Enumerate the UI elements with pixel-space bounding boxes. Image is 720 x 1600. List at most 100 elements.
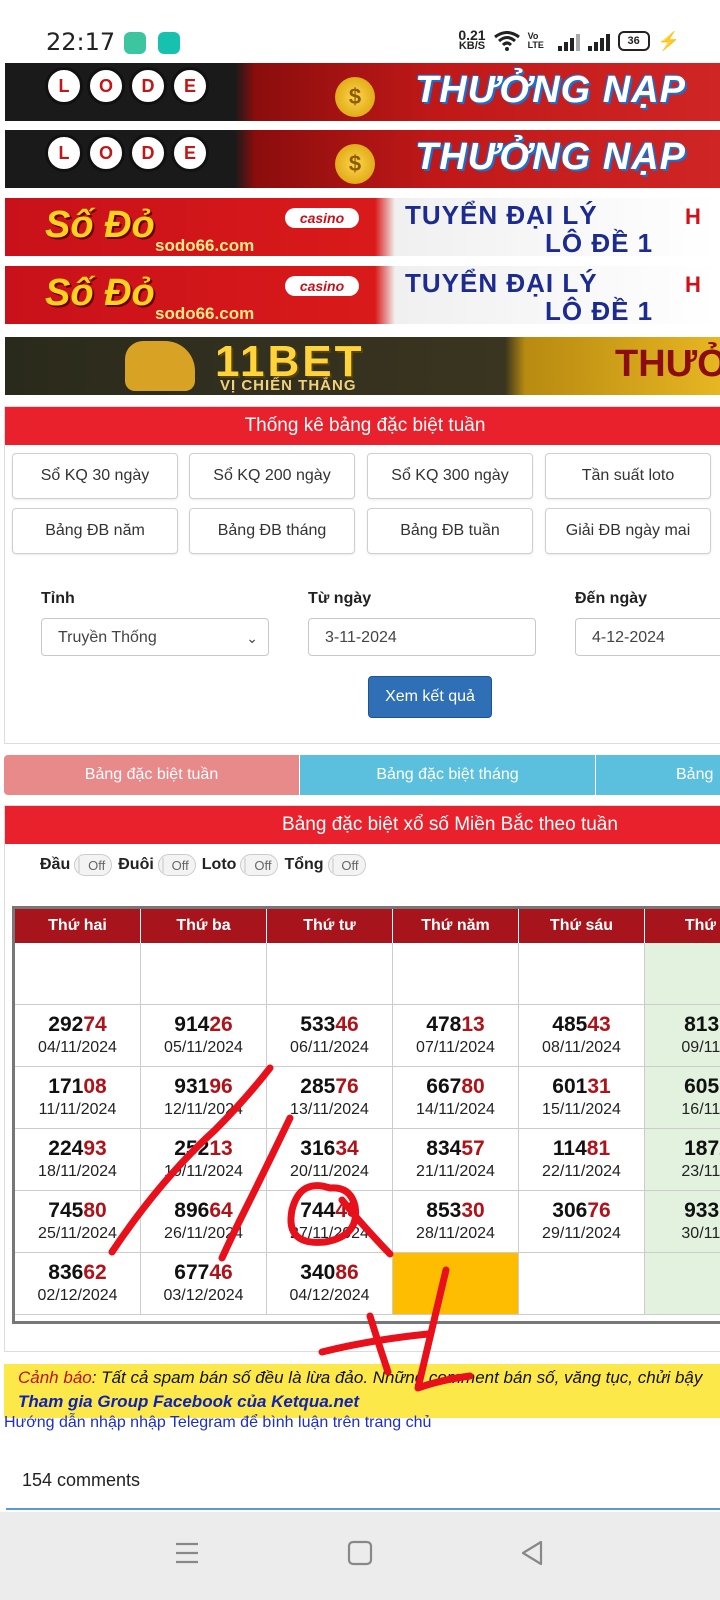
btn-giai-db-ngay-mai[interactable]: Giải ĐB ngày mai: [545, 508, 711, 554]
toggle-duoi[interactable]: Off: [157, 854, 196, 876]
sodo-banner-2[interactable]: Số Đỏ casino sodo66.com TUYỂN ĐẠI LÝ LÔ …: [5, 266, 720, 324]
result-date: 19/11/2024: [164, 1163, 243, 1180]
menu-icon[interactable]: [174, 1540, 200, 1566]
column-header: Thứ tư: [267, 909, 393, 943]
toggle-row: Đầu Off Đuôi Off Loto Off Tổng Off: [40, 854, 372, 876]
result-cell: 74580 25/11/2024: [15, 1191, 141, 1253]
android-nav-bar: [0, 1512, 720, 1600]
result-tail-digits: 81: [586, 1137, 611, 1160]
toggle-tong[interactable]: Off: [327, 854, 366, 876]
home-icon[interactable]: [347, 1540, 373, 1566]
result-number: 83457: [426, 1137, 485, 1160]
result-tail-digits: 46: [209, 1261, 233, 1284]
result-date: 03/12/2024: [163, 1287, 244, 1304]
tab-bang-db-thang[interactable]: Bảng đặc biệt tháng: [300, 755, 595, 795]
result-number: 74580: [48, 1199, 107, 1222]
stats-panel-title: Thống kê bảng đặc biệt tuần: [5, 407, 720, 445]
result-number: 89664: [174, 1199, 233, 1222]
result-number: 60131: [552, 1075, 611, 1098]
tab-bang-db-tuan[interactable]: Bảng đặc biệt tuần: [4, 755, 299, 795]
sodo-logo: Số Đỏ: [45, 204, 155, 246]
chat-icon: [158, 32, 180, 54]
result-cell: 29274 04/11/2024: [15, 1005, 141, 1067]
result-tail-digits: 57: [461, 1137, 485, 1160]
comments-count: 154 comments: [22, 1470, 141, 1490]
facebook-group-link[interactable]: Tham gia Group Facebook của Ketqua.net: [18, 1392, 720, 1412]
result-number: 31634: [300, 1137, 359, 1160]
result-cell: 48543 08/11/2024: [519, 1005, 645, 1067]
btn-so-kq-300[interactable]: Sổ KQ 300 ngày: [367, 453, 533, 499]
result-cell: 83662 02/12/2024: [15, 1253, 141, 1315]
coin-icon: $: [335, 144, 375, 184]
from-date-input[interactable]: 3-11-2024: [308, 618, 536, 656]
result-cell: 34086 04/12/2024: [267, 1253, 393, 1315]
column-header: Thứ sáu: [519, 909, 645, 943]
sodo-line1: TUYỂN ĐẠI LÝ: [405, 268, 598, 298]
lode-banner-2[interactable]: LODE $ THƯỞNG NẠP: [5, 130, 720, 188]
empty-cell: [645, 943, 720, 1005]
result-cell: 66780 14/11/2024: [393, 1067, 519, 1129]
result-number: 83662: [48, 1261, 107, 1284]
to-date-label: Đến ngày: [575, 590, 648, 607]
lode-balls: LODE: [45, 134, 209, 172]
result-date: 06/11/2024: [290, 1039, 369, 1056]
result-tail-digits: 08: [83, 1075, 107, 1098]
result-date: 21/11/2024: [416, 1163, 495, 1180]
result-date: 07/11/2024: [416, 1039, 495, 1056]
sodo-casino-badge: casino: [285, 208, 359, 228]
result-date: 04/11/2024: [38, 1039, 117, 1056]
result-tail-digits: 34: [335, 1137, 359, 1160]
back-icon[interactable]: [519, 1540, 545, 1566]
toggle-loto[interactable]: Off: [240, 854, 279, 876]
column-header: Thứ hai: [15, 909, 141, 943]
to-date-input[interactable]: 4-12-2024: [575, 618, 720, 656]
result-cell: 9337 30/11/2: [645, 1191, 720, 1253]
toggle-dau[interactable]: Off: [74, 854, 113, 876]
11bet-banner[interactable]: 11BET VỊ CHIẾN THẮNG THƯỞ: [5, 337, 720, 395]
net-speed: 0.21 KB/S: [458, 27, 486, 52]
view-results-button[interactable]: Xem kết quả: [368, 676, 492, 718]
comments-divider: [6, 1508, 720, 1510]
result-cell: 22493 18/11/2024: [15, 1129, 141, 1191]
sodo-banner[interactable]: Số Đỏ casino sodo66.com TUYỂN ĐẠI LÝ LÔ …: [5, 198, 720, 256]
result-number: 67746: [174, 1261, 233, 1284]
result-cell: 83457 21/11/2024: [393, 1129, 519, 1191]
lode-balls: LODE: [45, 67, 209, 105]
result-cell: 91426 05/11/2024: [141, 1005, 267, 1067]
tab-bang-next[interactable]: Bảng: [596, 755, 720, 795]
lode-banner-text: THƯỞNG NẠP: [415, 69, 686, 111]
province-select[interactable]: Truyền Thống ⌄: [41, 618, 269, 656]
result-tail-digits: 86: [335, 1261, 359, 1284]
btn-so-kq-30[interactable]: Sổ KQ 30 ngày: [12, 453, 178, 499]
result-tail-digits: 13: [461, 1013, 485, 1036]
btn-tan-suat-loto[interactable]: Tần suất loto: [545, 453, 711, 499]
btn-bang-db-nam[interactable]: Bảng ĐB năm: [12, 508, 178, 554]
weekly-table-title: Bảng đặc biệt xổ số Miền Bắc theo tuần: [5, 806, 720, 844]
sodo-line1: TUYỂN ĐẠI LÝ: [405, 200, 598, 230]
lode-banner[interactable]: LODE $ THƯỞNG NẠP: [5, 63, 720, 121]
btn-so-kq-200[interactable]: Sổ KQ 200 ngày: [189, 453, 355, 499]
result-number: 53346: [300, 1013, 359, 1036]
result-number: 17108: [48, 1075, 107, 1098]
toggle-tong-label: Tổng: [284, 856, 324, 873]
result-date: 16/11/2: [681, 1101, 720, 1118]
charging-icon: ⚡: [657, 30, 680, 51]
sodo-red-text: H: [685, 204, 701, 229]
result-cell: 31634 20/11/2024: [267, 1129, 393, 1191]
result-cell: 1872 23/11/2: [645, 1129, 720, 1191]
btn-bang-db-tuan[interactable]: Bảng ĐB tuần: [367, 508, 533, 554]
toggle-duoi-label: Đuôi: [118, 856, 154, 873]
result-tail-digits: 64: [209, 1199, 233, 1222]
11bet-right-text: THƯỞ: [615, 343, 720, 385]
result-date: 27/11/2024: [290, 1225, 369, 1242]
result-number: 93196: [174, 1075, 233, 1098]
result-number: 25213: [174, 1137, 233, 1160]
btn-bang-db-thang[interactable]: Bảng ĐB tháng: [189, 508, 355, 554]
from-date-label: Từ ngày: [308, 590, 372, 607]
result-date: 12/11/2024: [164, 1101, 243, 1118]
result-cell: [519, 1253, 645, 1315]
result-date: 23/11/2: [681, 1163, 720, 1180]
telegram-guide-link[interactable]: Hướng dẫn nhập nhập Telegram để bình luậ…: [4, 1414, 431, 1432]
status-time: 22:17: [46, 28, 116, 56]
status-bar: 22:17 0.21 KB/S Vo LTE 36 ⚡: [0, 0, 720, 62]
